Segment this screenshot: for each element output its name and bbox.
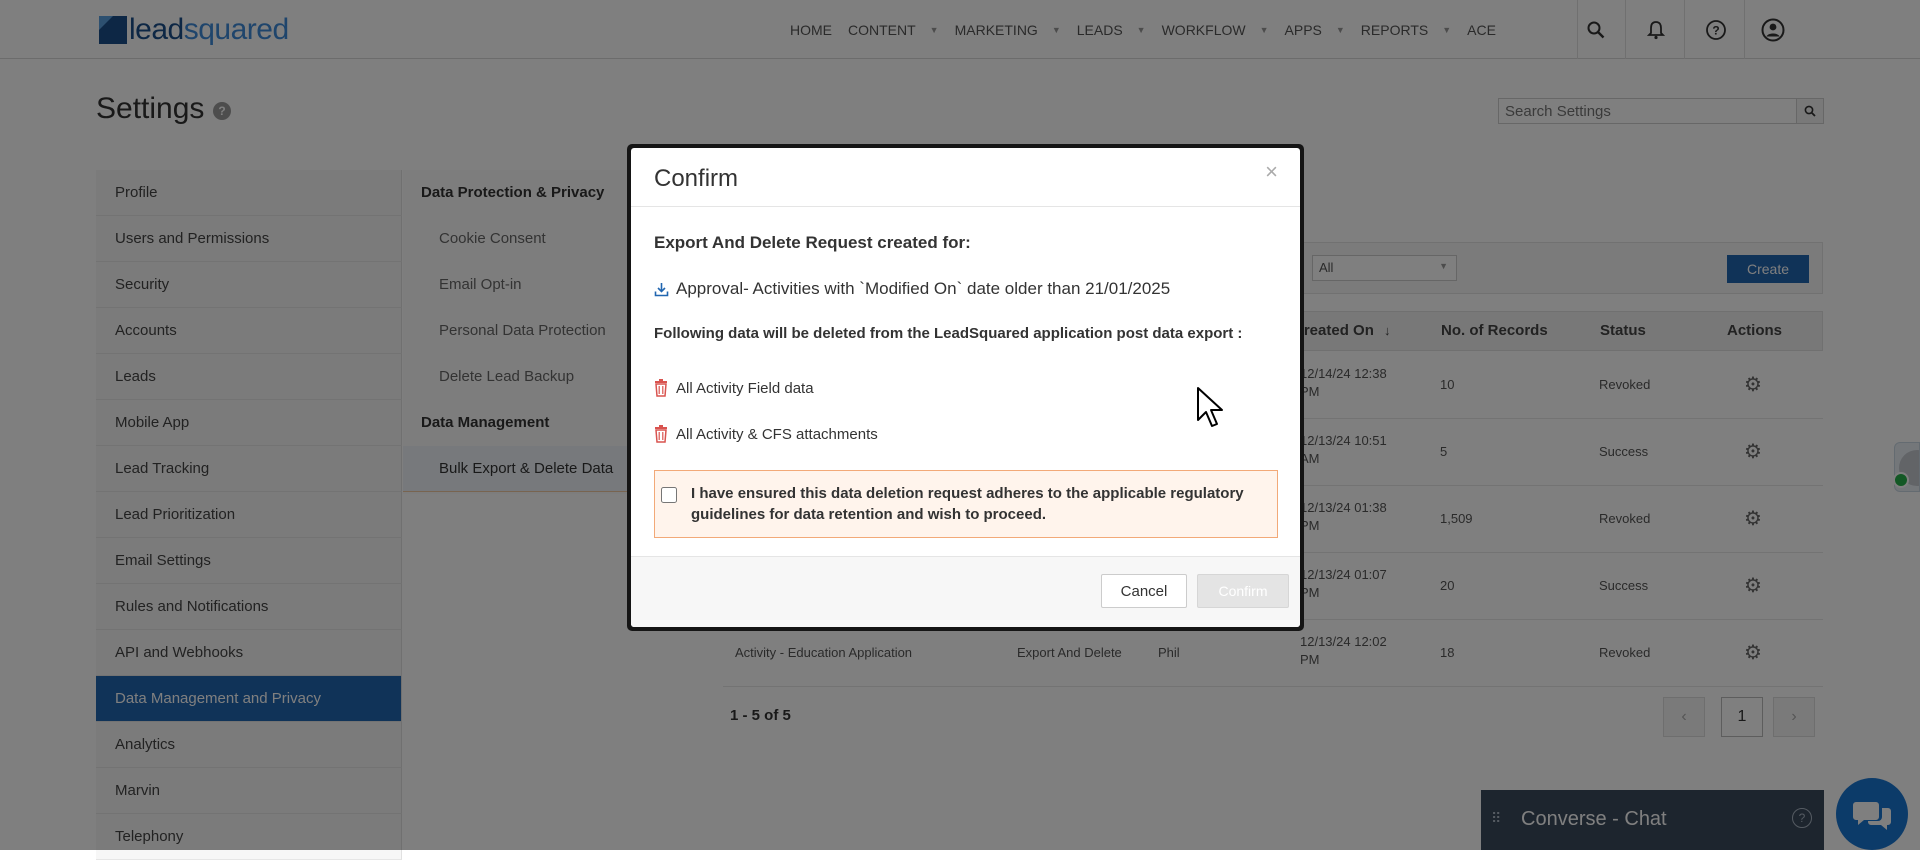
request-heading: Export And Delete Request created for: [654,233,971,252]
download-icon [654,282,676,297]
deleted-item-text: All Activity & CFS attachments [676,425,878,443]
cancel-button[interactable]: Cancel [1101,574,1187,608]
request-item-text: Approval- Activities with `Modified On` … [676,279,1171,298]
trash-icon [654,379,676,397]
dialog-title: Confirm [654,165,739,192]
deletion-notice: Following data will be deleted from the … [654,325,1243,342]
request-item: Approval- Activities with `Modified On` … [654,279,1170,299]
consent-checkbox[interactable] [661,487,677,503]
dialog-header: Confirm × [631,148,1300,207]
dialog-footer: Cancel Confirm [631,556,1300,627]
close-icon[interactable]: × [1259,158,1284,186]
consent-text: I have ensured this data deletion reques… [691,485,1244,523]
consent-box: I have ensured this data deletion reques… [654,470,1278,538]
deleted-item: All Activity Field data [654,379,814,397]
confirm-button[interactable]: Confirm [1197,574,1289,608]
deleted-item: All Activity & CFS attachments [654,425,878,443]
dialog-body: Export And Delete Request created for: A… [631,207,1300,556]
mouse-cursor-icon [1197,387,1223,427]
deleted-item-text: All Activity Field data [676,379,814,397]
trash-icon [654,425,676,443]
